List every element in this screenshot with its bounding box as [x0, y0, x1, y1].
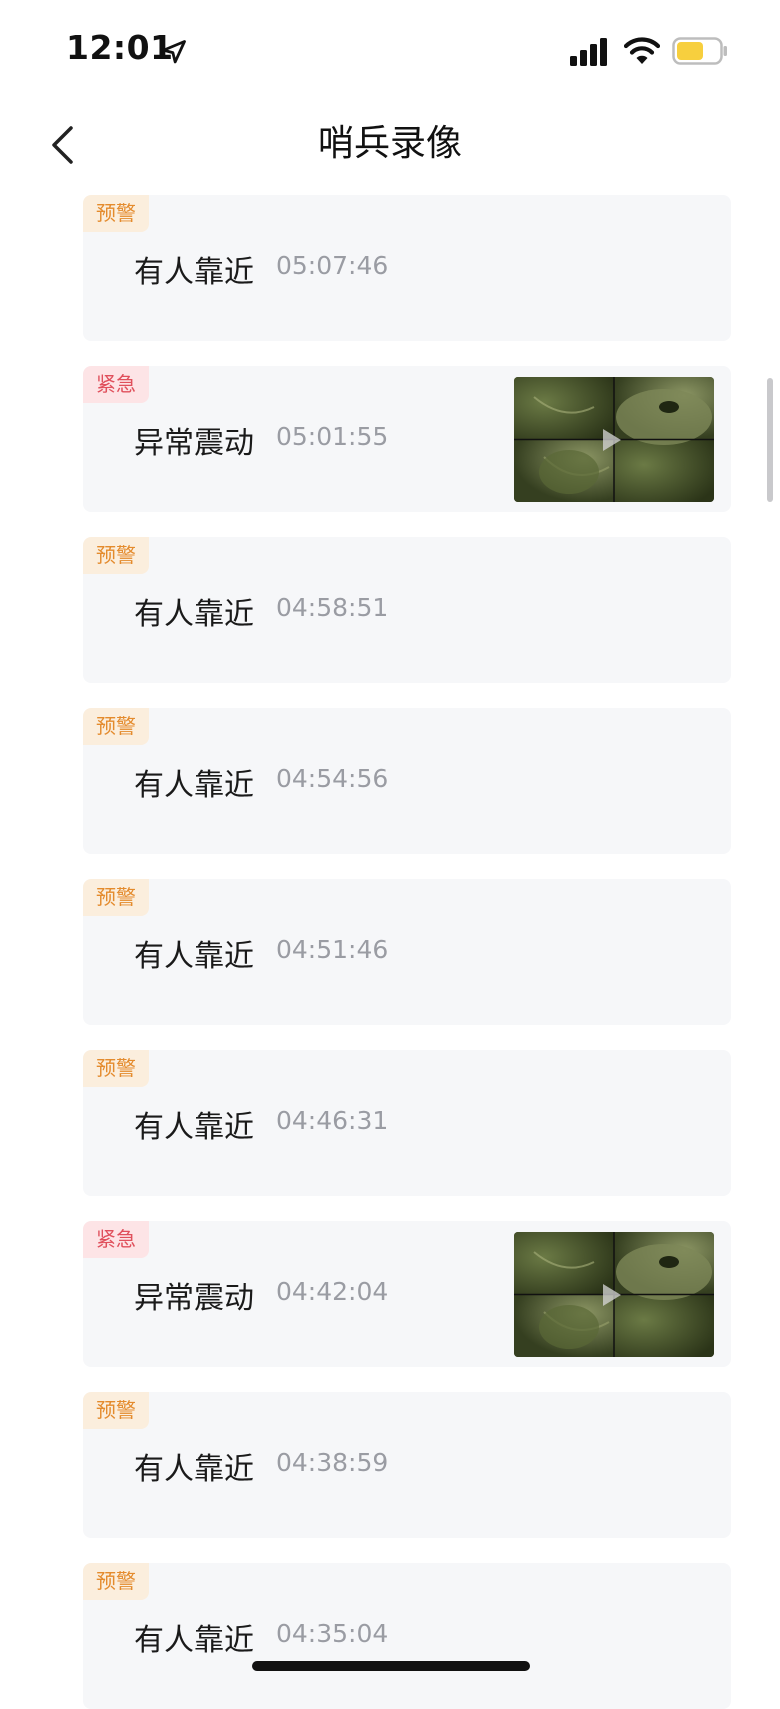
event-level-badge: 预警	[83, 1392, 149, 1429]
event-label: 异常震动	[134, 1281, 254, 1316]
wifi-icon	[624, 37, 660, 64]
video-thumbnail[interactable]	[514, 1232, 714, 1357]
event-level-badge: 预警	[83, 1563, 149, 1600]
event-time: 04:42:04	[276, 1277, 389, 1306]
event-level-badge: 预警	[83, 537, 149, 574]
event-level-badge: 预警	[83, 1050, 149, 1087]
event-label: 有人靠近	[134, 939, 254, 974]
status-bar: 12:01	[0, 0, 780, 100]
event-card[interactable]: 预警有人靠近 04:51:46	[83, 879, 731, 1025]
nav-bar: 哨兵录像	[0, 100, 780, 195]
signal-icon	[570, 38, 607, 66]
event-time: 05:07:46	[276, 251, 389, 280]
event-time: 05:01:55	[276, 422, 389, 451]
event-time: 04:58:51	[276, 593, 389, 622]
event-card[interactable]: 预警有人靠近 04:54:56	[83, 708, 731, 854]
play-icon[interactable]	[602, 1282, 626, 1306]
event-level-badge: 紧急	[83, 1221, 149, 1258]
event-time: 04:46:31	[276, 1106, 389, 1135]
event-card[interactable]: 预警有人靠近 04:58:51	[83, 537, 731, 683]
event-card[interactable]: 紧急异常震动 04:42:04	[83, 1221, 731, 1367]
event-time: 04:51:46	[276, 935, 389, 964]
event-label: 有人靠近	[134, 768, 254, 803]
event-card[interactable]: 预警有人靠近 04:46:31	[83, 1050, 731, 1196]
event-card[interactable]: 预警有人靠近 05:07:46	[83, 195, 731, 341]
event-card[interactable]: 紧急异常震动 05:01:55	[83, 366, 731, 512]
page-title: 哨兵录像	[317, 123, 462, 164]
scrollbar[interactable]	[767, 378, 773, 502]
status-time: 12:01	[66, 28, 174, 67]
event-level-badge: 预警	[83, 879, 149, 916]
event-time: 04:54:56	[276, 764, 389, 793]
event-label: 有人靠近	[134, 255, 254, 290]
event-label: 有人靠近	[134, 597, 254, 632]
battery-icon	[672, 37, 727, 65]
event-label: 有人靠近	[134, 1452, 254, 1487]
event-level-badge: 预警	[83, 195, 149, 232]
play-icon[interactable]	[602, 427, 626, 451]
video-thumbnail[interactable]	[514, 377, 714, 502]
location-arrow-icon	[162, 40, 186, 64]
event-label: 有人靠近	[134, 1110, 254, 1145]
event-label: 有人靠近	[134, 1623, 254, 1658]
event-card[interactable]: 预警有人靠近 04:38:59	[83, 1392, 731, 1538]
home-indicator[interactable]	[252, 1661, 530, 1671]
event-time: 04:35:04	[276, 1619, 389, 1648]
event-level-badge: 预警	[83, 708, 149, 745]
event-time: 04:38:59	[276, 1448, 389, 1477]
event-level-badge: 紧急	[83, 366, 149, 403]
event-card[interactable]: 预警有人靠近 04:35:04	[83, 1563, 731, 1709]
event-label: 异常震动	[134, 426, 254, 461]
